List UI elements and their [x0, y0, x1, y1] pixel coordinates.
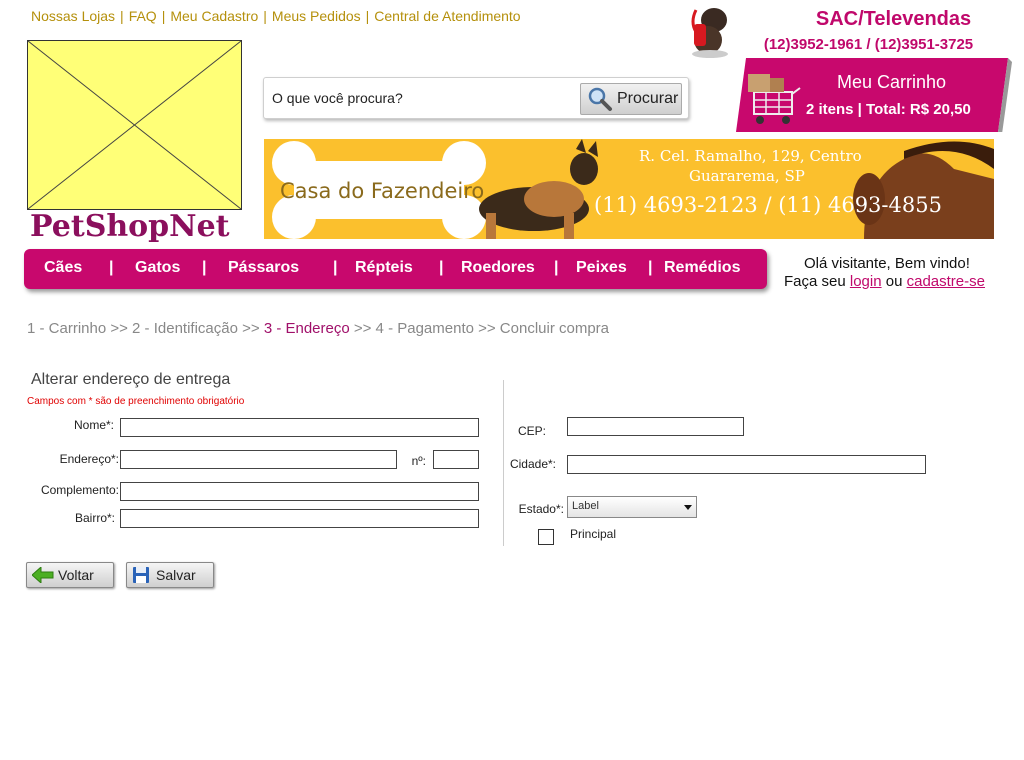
label-cidade: Cidade*: — [509, 457, 556, 471]
nav-separator: | — [439, 259, 444, 276]
placeholder-cross-icon — [27, 40, 242, 210]
separator: | — [120, 8, 124, 24]
numero-field[interactable] — [433, 450, 479, 469]
label-endereco: Endereço*: — [59, 452, 119, 466]
banner-address-line2: Guararema, SP — [689, 167, 805, 185]
banner-phones: (11) 4693-2123 / (11) 4693-4855 — [594, 193, 942, 217]
label-complemento: Complemento: — [40, 483, 119, 497]
save-button[interactable]: Salvar — [126, 562, 214, 588]
banner-address-line1: R. Cel. Ramalho, 129, Centro — [639, 147, 862, 165]
principal-label: Principal — [570, 527, 617, 541]
nav-peixes[interactable]: Peixes — [576, 259, 627, 277]
nav-remedios[interactable]: Remédios — [664, 259, 740, 277]
login-link[interactable]: login — [850, 273, 882, 290]
welcome-greeting: Olá visitante, Bem vindo! — [804, 255, 970, 272]
nav-separator: | — [109, 259, 114, 276]
nav-separator: | — [554, 259, 559, 276]
welcome-prefix: Faça seu — [784, 273, 846, 290]
cart-summary[interactable]: 2 itens | Total: R$ 20,50 — [806, 101, 971, 118]
separator: | — [263, 8, 267, 24]
register-link[interactable]: cadastre-se — [907, 273, 985, 290]
back-button-label: Voltar — [58, 567, 94, 583]
german-shepherd-image — [479, 139, 598, 239]
nav-repteis[interactable]: Répteis — [355, 259, 413, 277]
link-faq[interactable]: FAQ — [129, 8, 157, 24]
sac-phones: (12)3952-1961 / (12)3951-3725 — [763, 36, 974, 53]
store-banner[interactable]: Casa do Fazendeiro R. Cel. Ramalho, 129,… — [264, 139, 994, 239]
nav-passaros[interactable]: Pássaros — [228, 259, 299, 277]
nav-roedores[interactable]: Roedores — [461, 259, 535, 277]
step-current: 3 - Endereço — [263, 320, 350, 337]
required-note: Campos com * são de preenchimento obriga… — [27, 396, 245, 407]
label-estado: Estado*: — [518, 502, 564, 516]
link-central-atendimento[interactable]: Central de Atendimento — [374, 8, 520, 24]
nav-separator: | — [202, 259, 207, 276]
separator: | — [161, 8, 166, 24]
logo-text[interactable]: PetShopNet — [30, 209, 230, 244]
endereco-field[interactable] — [120, 450, 397, 469]
link-nossas-lojas[interactable]: Nossas Lojas — [31, 8, 115, 24]
nav-gatos[interactable]: Gatos — [135, 259, 180, 277]
label-numero: nº: — [411, 454, 426, 468]
complemento-field[interactable] — [120, 482, 479, 501]
search-input[interactable]: O que você procura? — [272, 90, 403, 106]
nav-separator: | — [333, 259, 338, 276]
label-bairro: Bairro*: — [74, 511, 115, 525]
banner-store-name: Casa do Fazendeiro — [280, 179, 485, 203]
estado-select[interactable]: Label — [567, 496, 697, 518]
cart-panel[interactable] — [736, 58, 1012, 132]
welcome-or: ou — [885, 273, 903, 290]
nome-field[interactable] — [120, 418, 479, 437]
cep-field[interactable] — [567, 417, 744, 436]
cart-title[interactable]: Meu Carrinho — [837, 72, 946, 93]
estado-selected-value: Label — [572, 500, 599, 512]
back-button[interactable]: Voltar — [26, 562, 114, 588]
magnifier-icon — [588, 87, 612, 111]
form-title: Alterar endereço de entrega — [31, 371, 231, 388]
steps-before: 1 - Carrinho >> 2 - Identificação >> — [27, 320, 260, 337]
link-meus-pedidos[interactable]: Meus Pedidos — [272, 8, 361, 24]
category-nav: Cães | Gatos | Pássaros | Répteis | Roed… — [24, 249, 767, 289]
nav-separator: | — [648, 259, 653, 276]
label-cep: CEP: — [517, 424, 546, 438]
welcome-login-line: Faça seu login ou cadastre-se — [784, 273, 985, 290]
cidade-field[interactable] — [567, 455, 926, 474]
label-nome: Nome*: — [73, 418, 114, 432]
search-button-label: Procurar — [617, 90, 679, 107]
sac-phone-dog-image — [691, 8, 728, 58]
separator: | — [365, 8, 370, 24]
save-button-label: Salvar — [156, 567, 196, 583]
search-bar: O que você procura? Procurar — [263, 77, 689, 119]
checkout-steps: 1 - Carrinho >> 2 - Identificação >> 3 -… — [27, 320, 609, 337]
top-links: Nossas Lojas | FAQ | Meu Cadastro | Meus Pedid… — [31, 8, 521, 24]
back-arrow-icon — [32, 567, 54, 583]
dropdown-arrow-icon — [684, 505, 692, 510]
steps-after: >> 4 - Pagamento >> Concluir compra — [353, 320, 610, 337]
floppy-disk-icon — [133, 567, 149, 583]
logo-placeholder-image[interactable] — [27, 40, 242, 210]
principal-checkbox[interactable] — [538, 529, 554, 545]
search-button[interactable]: Procurar — [580, 83, 682, 115]
link-meu-cadastro[interactable]: Meu Cadastro — [170, 8, 258, 24]
nav-caes[interactable]: Cães — [44, 259, 82, 277]
horse-image — [853, 141, 994, 239]
bairro-field[interactable] — [120, 509, 479, 528]
sac-title: SAC/Televendas — [815, 8, 972, 30]
